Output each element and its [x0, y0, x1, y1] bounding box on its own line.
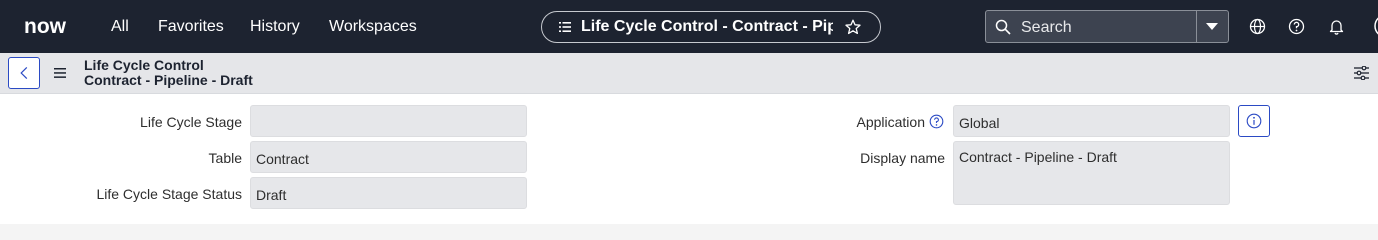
form-body: Life Cycle Stage Table Contract Life Cyc… [0, 94, 1378, 224]
globe-icon[interactable] [1249, 18, 1266, 35]
search-divider [1196, 11, 1197, 42]
top-navigation: now All Favorites History Workspaces Lif… [0, 0, 1378, 53]
menu-favorites[interactable]: Favorites [158, 0, 224, 53]
bell-icon[interactable] [1328, 18, 1345, 35]
form-title-line2: Contract - Pipeline - Draft [84, 72, 253, 88]
global-search[interactable]: Search [985, 10, 1229, 43]
application-field[interactable]: Global [953, 105, 1230, 137]
context-pill[interactable]: Life Cycle Control - Contract - Pip... [541, 11, 881, 43]
form-header: Life Cycle Control Contract - Pipeline -… [0, 53, 1378, 94]
table-label: Table [208, 150, 242, 166]
context-pill-label: Life Cycle Control - Contract - Pip... [581, 18, 833, 35]
display-name-label: Display name [860, 150, 945, 166]
application-label: Application [856, 114, 926, 130]
page-title: Life Cycle Control Contract - Pipeline -… [84, 58, 253, 88]
life-cycle-stage-status-label: Life Cycle Stage Status [96, 186, 242, 202]
star-icon[interactable] [845, 19, 861, 35]
life-cycle-stage-field[interactable] [250, 105, 527, 137]
avatar[interactable] [1370, 12, 1378, 40]
life-cycle-stage-status-field[interactable]: Draft [250, 177, 527, 209]
menu-all[interactable]: All [111, 0, 129, 53]
form-title-line1: Life Cycle Control [84, 57, 204, 73]
svg-text:now: now [24, 15, 67, 38]
search-placeholder: Search [1021, 19, 1072, 36]
help-icon[interactable] [1288, 18, 1305, 35]
life-cycle-stage-label: Life Cycle Stage [140, 114, 242, 130]
search-icon [995, 19, 1011, 35]
menu-workspaces[interactable]: Workspaces [329, 0, 417, 53]
info-icon [1246, 113, 1262, 129]
form-menu-icon[interactable] [54, 68, 66, 78]
servicenow-logo[interactable]: now [24, 14, 82, 38]
application-info-button[interactable] [1238, 105, 1270, 137]
table-field[interactable]: Contract [250, 141, 527, 173]
back-button[interactable] [8, 57, 40, 89]
menu-history[interactable]: History [250, 0, 300, 53]
settings-sliders-icon[interactable] [1354, 66, 1369, 80]
chevron-left-icon [20, 66, 28, 80]
list-icon [559, 22, 571, 32]
help-icon[interactable] [929, 114, 944, 129]
chevron-down-icon[interactable] [1206, 23, 1218, 31]
display-name-field[interactable]: Contract - Pipeline - Draft [953, 141, 1230, 205]
